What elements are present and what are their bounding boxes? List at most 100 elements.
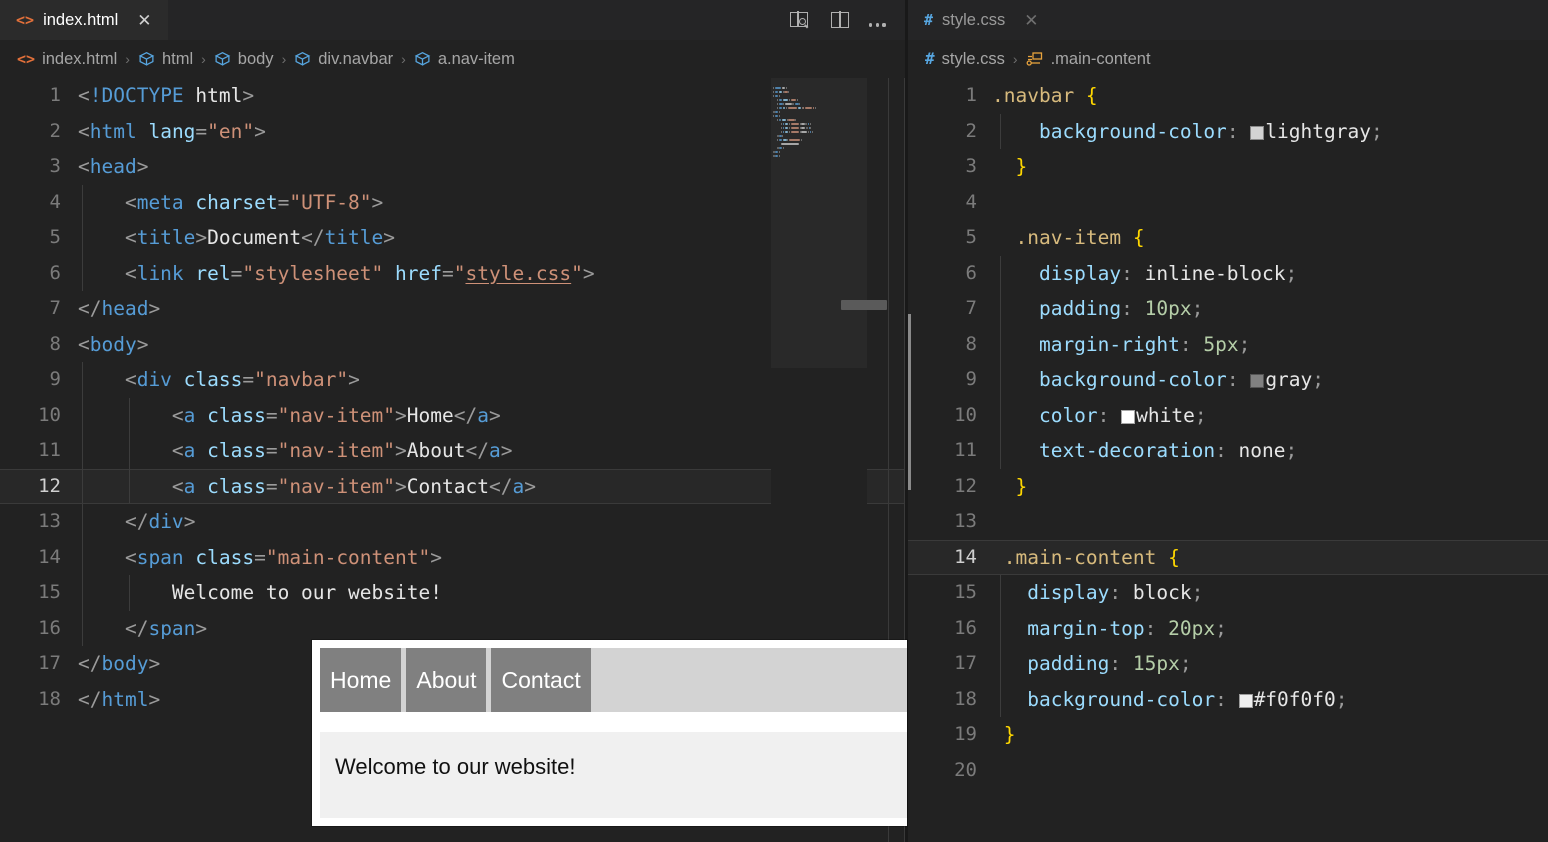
- code-token: =: [278, 191, 290, 214]
- code-line[interactable]: 17 padding: 15px;: [908, 646, 1548, 682]
- tab-style-css[interactable]: # style.css ✕: [908, 0, 1076, 40]
- close-icon[interactable]: ✕: [1024, 12, 1038, 29]
- breadcrumb-item-html[interactable]: html: [138, 50, 193, 69]
- code-line[interactable]: 1.navbar {: [908, 78, 1548, 114]
- preview-nav-item-about[interactable]: About: [406, 648, 486, 712]
- breadcrumb-item-a-nav-item[interactable]: a.nav-item: [414, 50, 515, 69]
- preview-nav-item-contact[interactable]: Contact: [491, 648, 590, 712]
- browser-preview-overlay[interactable]: HomeAboutContact Welcome to our website!: [312, 640, 907, 826]
- breadcrumb-item-body[interactable]: body: [214, 50, 274, 69]
- preview-nav-item-home[interactable]: Home: [320, 648, 401, 712]
- code-token: =: [266, 439, 278, 462]
- code-line[interactable]: 18 background-color: #f0f0f0;: [908, 682, 1548, 718]
- tab-index-html[interactable]: <> index.html ✕: [0, 0, 168, 40]
- code-token: <: [78, 546, 137, 569]
- code-token: >: [148, 652, 160, 675]
- code-token: span: [137, 546, 184, 569]
- line-number: 13: [0, 504, 78, 540]
- code-token: white: [1136, 404, 1195, 427]
- code-line[interactable]: 1<!DOCTYPE html>: [0, 78, 905, 114]
- line-number: 6: [0, 256, 78, 292]
- code-token: >: [242, 84, 254, 107]
- code-line[interactable]: 2 background-color: lightgray;: [908, 114, 1548, 150]
- code-token: }: [992, 723, 1015, 746]
- code-line[interactable]: 16 margin-top: 20px;: [908, 611, 1548, 647]
- code-token: html: [90, 120, 137, 143]
- code-line[interactable]: 14 .main-content {: [908, 540, 1548, 576]
- breadcrumb-item--main-content[interactable]: .main-content: [1026, 50, 1151, 69]
- code-line[interactable]: 4 <meta charset="UTF-8">: [0, 185, 905, 221]
- code-line[interactable]: 2<html lang="en">: [0, 114, 905, 150]
- code-line[interactable]: 3<head>: [0, 149, 905, 185]
- code-token: html: [184, 84, 243, 107]
- code-line[interactable]: 3 }: [908, 149, 1548, 185]
- code-line[interactable]: 9 <div class="navbar">: [0, 362, 905, 398]
- color-swatch[interactable]: [1250, 374, 1264, 388]
- code-line[interactable]: 8 margin-right: 5px;: [908, 327, 1548, 363]
- code-line[interactable]: 8<body>: [0, 327, 905, 363]
- split-editor-icon[interactable]: [829, 10, 851, 30]
- indent-guide: [129, 398, 130, 434]
- breadcrumb-label: body: [238, 50, 274, 69]
- open-preview-icon[interactable]: [789, 10, 811, 30]
- code-token: >: [348, 368, 360, 391]
- breadcrumb-item-style-css[interactable]: #style.css: [925, 49, 1005, 69]
- code-line[interactable]: 7 padding: 10px;: [908, 291, 1548, 327]
- line-number: 5: [908, 220, 992, 256]
- breadcrumb-item-index-html[interactable]: <>index.html: [17, 50, 117, 69]
- symbol-cube-icon: [294, 51, 311, 68]
- editor-actions: [779, 0, 905, 40]
- code-token: margin-right: [992, 333, 1180, 356]
- code-token: >: [195, 617, 207, 640]
- code-line[interactable]: 20: [908, 753, 1548, 789]
- code-token: html: [101, 688, 148, 711]
- code-line[interactable]: 15 display: block;: [908, 575, 1548, 611]
- code-line[interactable]: 15 Welcome to our website!: [0, 575, 905, 611]
- line-number: 16: [0, 611, 78, 647]
- color-swatch[interactable]: [1121, 410, 1135, 424]
- code-line[interactable]: 11 text-decoration: none;: [908, 433, 1548, 469]
- color-swatch[interactable]: [1239, 694, 1253, 708]
- more-actions-icon[interactable]: [869, 10, 891, 30]
- code-line[interactable]: 6 display: inline-block;: [908, 256, 1548, 292]
- code-line-content: margin-top: 20px;: [992, 611, 1548, 647]
- code-line-content: }: [992, 149, 1548, 185]
- code-line[interactable]: 10 <a class="nav-item">Home</a>: [0, 398, 905, 434]
- code-line[interactable]: 4: [908, 185, 1548, 221]
- code-line[interactable]: 12 <a class="nav-item">Contact</a>: [0, 469, 905, 505]
- line-number: 11: [908, 433, 992, 469]
- code-line[interactable]: 13 </div>: [0, 504, 905, 540]
- code-token: {: [1086, 84, 1098, 107]
- vertical-scrollbar-thumb[interactable]: [841, 300, 887, 310]
- code-line[interactable]: 5 .nav-item {: [908, 220, 1548, 256]
- code-area-css[interactable]: 1.navbar {2 background-color: lightgray;…: [908, 78, 1548, 842]
- code-token: :: [1121, 262, 1133, 285]
- code-token: =: [266, 404, 278, 427]
- color-swatch[interactable]: [1250, 126, 1264, 140]
- code-line[interactable]: 10 color: white;: [908, 398, 1548, 434]
- code-line[interactable]: 19 }: [908, 717, 1548, 753]
- code-line[interactable]: 13: [908, 504, 1548, 540]
- code-line[interactable]: 12 }: [908, 469, 1548, 505]
- breadcrumb-item-div-navbar[interactable]: div.navbar: [294, 50, 393, 69]
- indent-guide: [1000, 682, 1001, 718]
- indent-guide: [82, 398, 83, 434]
- code-line[interactable]: 6 <link rel="stylesheet" href="style.css…: [0, 256, 905, 292]
- line-number: 5: [0, 220, 78, 256]
- code-line[interactable]: 11 <a class="nav-item">About</a>: [0, 433, 905, 469]
- close-icon[interactable]: ✕: [137, 12, 151, 29]
- minimap-slider[interactable]: [771, 78, 867, 368]
- code-line[interactable]: 5 <title>Document</title>: [0, 220, 905, 256]
- code-line[interactable]: 14 <span class="main-content">: [0, 540, 905, 576]
- code-line[interactable]: 7</head>: [0, 291, 905, 327]
- code-token: =: [242, 368, 254, 391]
- code-token: >: [372, 191, 384, 214]
- code-token: :: [1227, 368, 1239, 391]
- code-line[interactable]: 9 background-color: gray;: [908, 362, 1548, 398]
- line-number: 15: [908, 575, 992, 611]
- code-token: >: [137, 155, 149, 178]
- code-token: <: [78, 475, 184, 498]
- css-scroll-marker[interactable]: [908, 314, 911, 490]
- code-line-content: display: block;: [992, 575, 1548, 611]
- tabbar-html: <> index.html ✕: [0, 0, 905, 40]
